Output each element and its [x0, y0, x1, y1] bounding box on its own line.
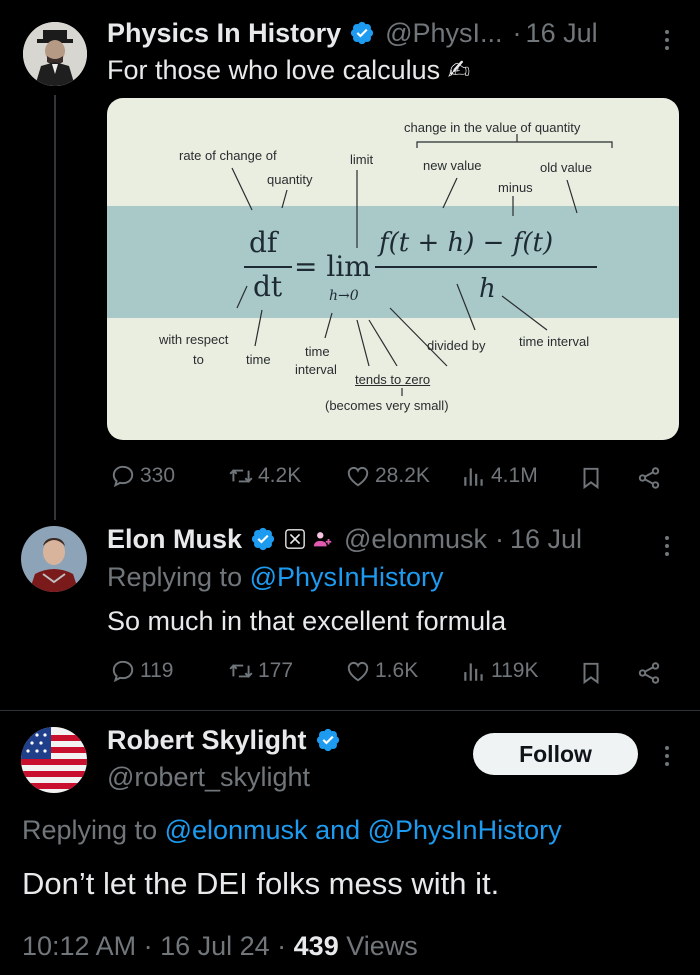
reply-icon — [112, 660, 134, 683]
follow-button[interactable]: Follow — [473, 733, 638, 775]
reply-icon — [112, 465, 134, 488]
retweet-count: 177 — [258, 659, 294, 682]
reply-count: 330 — [140, 464, 176, 487]
bookmark-icon[interactable] — [578, 465, 604, 491]
like-button[interactable]: 28.2K — [345, 463, 430, 489]
views-button[interactable]: 4.1M — [461, 463, 538, 489]
replying-to: Replying to @elonmusk and @PhysInHistory — [22, 815, 562, 846]
tweet-timestamp: 10:12 AM · 16 Jul 24 · 439 Views — [22, 931, 418, 962]
author-handle[interactable]: @elonmusk — [344, 524, 487, 555]
more-icon[interactable] — [665, 532, 669, 560]
verified-badge-icon — [251, 527, 275, 551]
author-handle[interactable]: @robert_skylight — [107, 762, 310, 793]
like-icon — [347, 661, 369, 682]
retweet-icon — [229, 469, 253, 483]
tweet-date[interactable]: 16 Jul — [510, 524, 582, 555]
reply-count: 119 — [140, 659, 174, 682]
views-icon — [464, 468, 483, 486]
replying-to-link-1[interactable]: @elonmusk — [165, 815, 308, 845]
verified-badge-icon — [316, 728, 339, 752]
tweet-text: Don’t let the DEI folks mess with it. — [22, 866, 500, 901]
views-icon — [464, 663, 483, 681]
more-icon[interactable] — [665, 26, 669, 54]
like-count: 28.2K — [375, 464, 430, 487]
replying-and: and — [307, 815, 368, 845]
tweet-text: So much in that excellent formula — [107, 606, 507, 636]
divider — [0, 710, 700, 711]
formula-image[interactable]: change in the value of quantity rate of … — [107, 98, 679, 440]
avatar-elon-musk[interactable] — [21, 526, 87, 592]
tweet-text: For those who love calculus ✍ — [107, 55, 471, 85]
tweet3-header: Robert Skylight — [107, 724, 341, 756]
tweet-date[interactable]: 16 Jul — [526, 18, 598, 49]
reply-button[interactable]: 119 — [110, 658, 173, 684]
reply-button[interactable]: 330 — [110, 463, 175, 489]
retweet-button[interactable]: 177 — [228, 658, 293, 684]
like-icon — [347, 466, 369, 487]
author-name[interactable]: Physics In History — [107, 18, 341, 49]
author-handle[interactable]: @PhysI... — [385, 18, 502, 49]
x-affiliate-icon — [285, 529, 305, 549]
avatar-robert-skylight[interactable] — [21, 727, 87, 793]
views-label: Views — [338, 931, 418, 961]
tweet1-header: Physics In History @PhysI... · 16 Jul — [107, 17, 598, 49]
dot-separator: · — [494, 523, 504, 554]
team-icon — [313, 532, 332, 547]
avatar-physics-in-history[interactable] — [23, 22, 87, 86]
like-button[interactable]: 1.6K — [345, 658, 418, 684]
replying-to: Replying to @PhysInHistory — [107, 562, 444, 593]
views-count: 119K — [491, 659, 539, 682]
replying-prefix: Replying to — [107, 562, 250, 592]
verified-badge-icon — [350, 21, 374, 45]
tweet2-header: Elon Musk @elonmusk · 16 Jul — [107, 523, 582, 555]
bookmark-icon[interactable] — [578, 660, 604, 686]
retweet-button[interactable]: 4.2K — [228, 463, 301, 489]
timestamp-text[interactable]: 10:12 AM · 16 Jul 24 · — [22, 931, 294, 961]
replying-prefix: Replying to — [22, 815, 165, 845]
retweet-count: 4.2K — [258, 464, 302, 487]
share-icon[interactable] — [636, 465, 662, 491]
retweet-icon — [229, 664, 253, 678]
thread-line — [54, 95, 56, 520]
more-icon[interactable] — [665, 742, 669, 770]
author-name[interactable]: Robert Skylight — [107, 725, 307, 756]
views-count: 439 — [293, 931, 339, 961]
replying-to-link[interactable]: @PhysInHistory — [250, 562, 444, 592]
replying-to-link-2[interactable]: @PhysInHistory — [368, 815, 562, 845]
author-name[interactable]: Elon Musk — [107, 524, 242, 555]
share-icon[interactable] — [636, 660, 662, 686]
dot-separator: · — [512, 17, 522, 48]
annotation-lines — [231, 134, 613, 396]
like-count: 1.6K — [375, 659, 419, 682]
views-button[interactable]: 119K — [461, 658, 539, 684]
views-count: 4.1M — [491, 464, 538, 487]
